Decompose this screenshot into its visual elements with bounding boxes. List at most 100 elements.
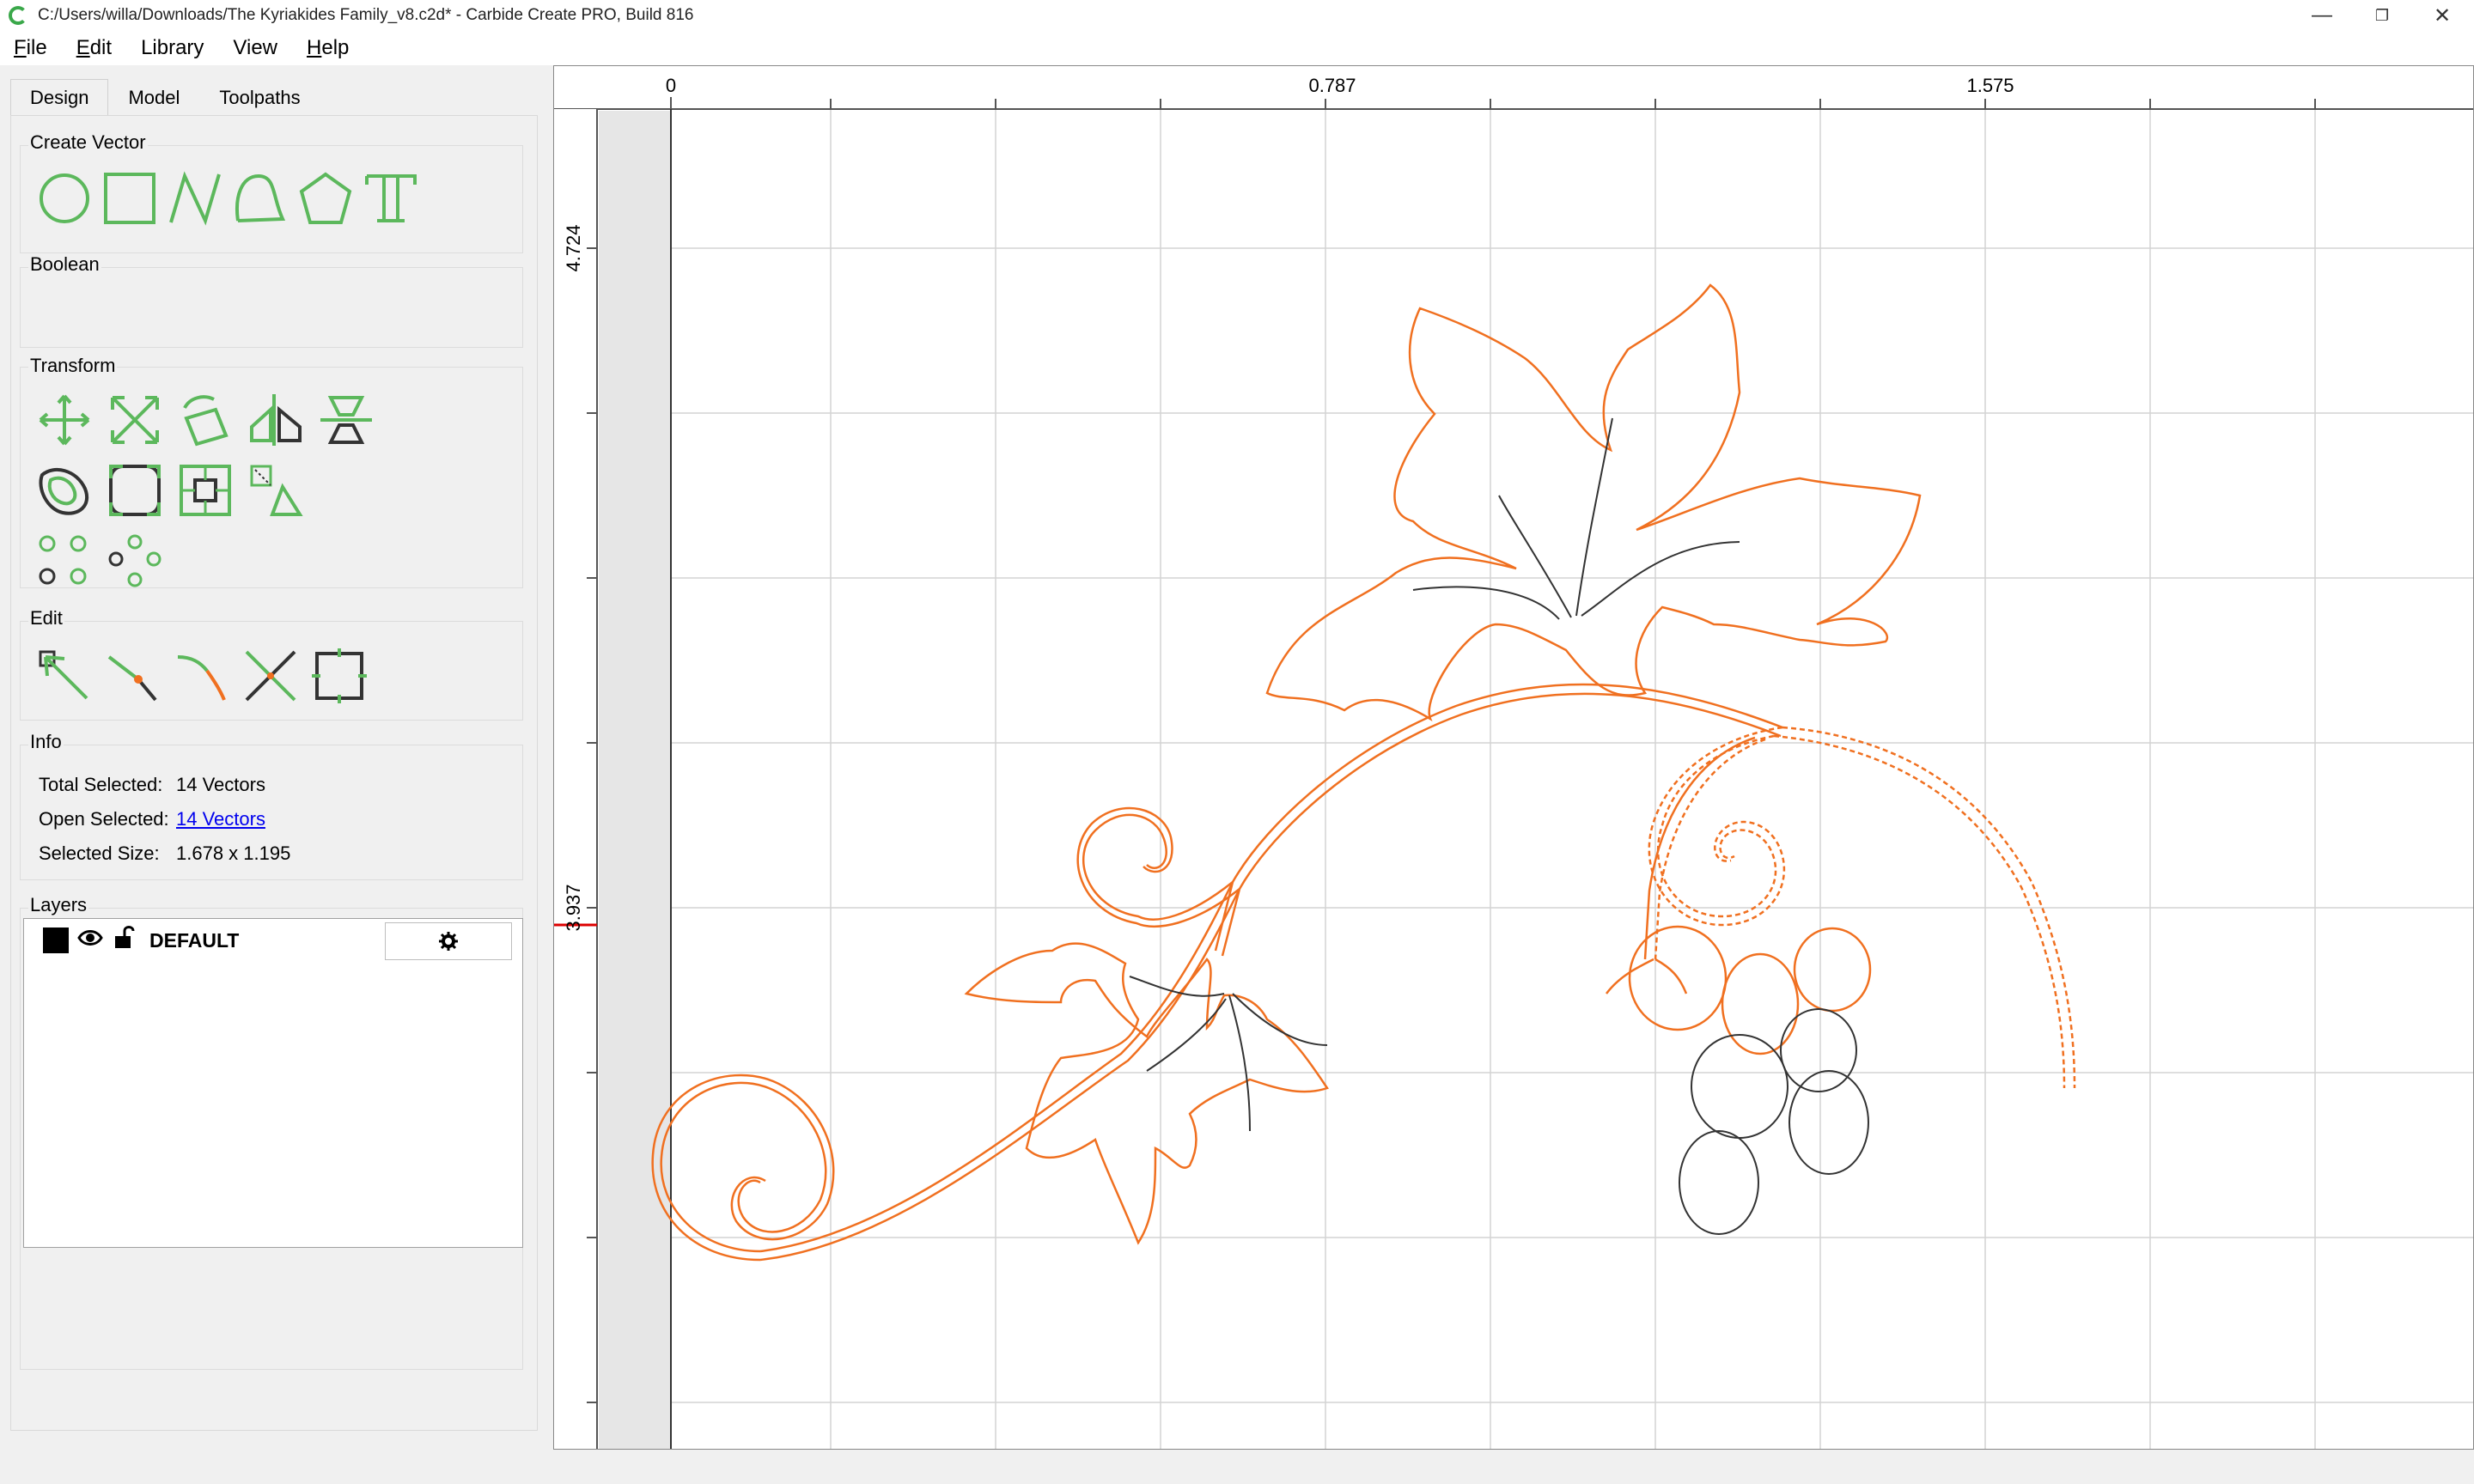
vector-small-spiral	[1082, 813, 1234, 921]
left-panel: Design Model Toolpaths Create Vector Boo…	[0, 69, 550, 1484]
move-icon[interactable]	[37, 392, 92, 447]
vector-bottom-leaf	[964, 942, 1329, 1245]
selected-size-row: Selected Size: 1.678 x 1.195	[39, 842, 290, 865]
gear-icon	[439, 932, 458, 951]
vector-vein-1	[1498, 495, 1572, 618]
vector-main-stem-outer	[759, 683, 1783, 1253]
polyline-tool-icon[interactable]	[168, 171, 222, 226]
split-icon[interactable]	[106, 648, 161, 703]
layer-name: DEFAULT	[149, 929, 240, 952]
vector-vein-2	[1575, 417, 1613, 617]
vector-left-spiral-inner	[651, 1073, 835, 1262]
status-bar	[0, 1450, 2474, 1484]
text-tool-icon[interactable]	[363, 171, 418, 226]
array-icon[interactable]	[248, 463, 303, 518]
curve-tool-icon[interactable]	[233, 171, 288, 226]
open-selected-label: Open Selected:	[39, 808, 169, 830]
dark-vectors[interactable]	[1129, 417, 1869, 1235]
vector-grape-branch-2	[1654, 958, 1688, 994]
left-ruler	[554, 109, 597, 1449]
close-button[interactable]: ✕	[2412, 0, 2472, 31]
vector-vein-3	[1412, 586, 1560, 620]
design-panel: Create Vector Boolean Transform Edit Inf…	[10, 115, 538, 1431]
ruler-top-label-0: 0	[666, 75, 676, 96]
circular-array-icon[interactable]	[107, 533, 162, 588]
app-logo-icon	[9, 6, 27, 25]
open-selected-link[interactable]: 14 Vectors	[176, 808, 265, 830]
scale-icon[interactable]	[107, 392, 162, 447]
rectangle-tool-icon[interactable]	[102, 171, 157, 226]
rotate-icon[interactable]	[178, 392, 233, 447]
polygon-tool-icon[interactable]	[298, 171, 353, 226]
trim-icon[interactable]	[243, 648, 298, 703]
unlock-icon[interactable]	[113, 924, 136, 950]
selected-size-label: Selected Size:	[39, 842, 160, 864]
window-title: C:/Users/willa/Downloads/The Kyriakides …	[38, 6, 694, 24]
menu-file[interactable]: File	[14, 36, 47, 60]
design-vectors[interactable]	[651, 283, 2076, 1262]
vector-main-stem-inner	[759, 692, 1782, 1262]
vector-grape-5	[1780, 1008, 1857, 1092]
canvas-margin	[599, 111, 671, 1449]
canvas-svg[interactable]: 0 0.787 1.575 4.724 3.937	[554, 66, 2474, 1450]
vector-right-curl-inner	[1773, 734, 2066, 1089]
ruler-top-label-1: 0.787	[1308, 75, 1356, 96]
vector-grape-6	[1788, 1070, 1869, 1175]
bounding-box-icon[interactable]	[312, 648, 367, 703]
boolean-label: Boolean	[28, 253, 101, 276]
boolean-group	[20, 267, 523, 348]
layers-label: Layers	[28, 894, 89, 916]
design-canvas[interactable]: 0 0.787 1.575 4.724 3.937	[553, 65, 2474, 1450]
ruler-ticks	[587, 97, 2316, 1403]
maximize-button[interactable]: ❐	[2352, 0, 2412, 31]
circle-tool-icon[interactable]	[37, 171, 92, 226]
mode-tabs: Design Model Toolpaths	[10, 79, 320, 115]
join-icon[interactable]	[174, 648, 229, 703]
total-selected-label: Total Selected:	[39, 774, 163, 795]
tab-model[interactable]: Model	[108, 79, 199, 115]
canvas-grid	[671, 109, 2473, 1449]
tab-design[interactable]: Design	[10, 79, 109, 115]
vector-right-spiral-inner	[1657, 734, 1777, 918]
layer-row[interactable]: DEFAULT	[24, 919, 521, 962]
edit-label: Edit	[28, 607, 64, 629]
ruler-left-label-1: 3.937	[563, 884, 584, 931]
info-label: Info	[28, 731, 64, 753]
grid-array-icon[interactable]	[37, 533, 92, 588]
tab-toolpaths[interactable]: Toolpaths	[199, 79, 320, 115]
transform-label: Transform	[28, 355, 118, 377]
align-icon[interactable]	[178, 463, 233, 518]
selected-size-value: 1.678 x 1.195	[176, 842, 291, 864]
menu-library[interactable]: Library	[141, 36, 204, 60]
ruler-top-label-2: 1.575	[1966, 75, 2014, 96]
menu-view[interactable]: View	[233, 36, 277, 60]
vector-grape-4	[1691, 1034, 1788, 1139]
vector-bottom-vein-4	[1232, 993, 1328, 1046]
fillet-icon[interactable]	[107, 463, 162, 518]
vector-grape-3	[1793, 927, 1872, 1013]
vector-grape-stem	[1643, 736, 1756, 960]
vector-left-spiral	[660, 1081, 827, 1253]
flip-icon[interactable]	[319, 392, 374, 447]
layer-color-swatch[interactable]	[43, 928, 69, 953]
offset-icon[interactable]	[37, 463, 92, 518]
menu-bar: File Edit Library View Help	[0, 31, 2474, 65]
minimize-button[interactable]: —	[2292, 0, 2352, 31]
top-ruler	[554, 66, 2473, 109]
create-vector-label: Create Vector	[28, 131, 148, 154]
layer-settings-button[interactable]	[385, 922, 512, 960]
eye-icon[interactable]	[77, 928, 103, 948]
vector-top-leaf	[1265, 283, 1922, 721]
vector-vein-4	[1581, 541, 1740, 617]
title-bar: C:/Users/willa/Downloads/The Kyriakides …	[0, 0, 2474, 31]
open-selected-row: Open Selected: 14 Vectors	[39, 808, 265, 830]
mirror-icon[interactable]	[248, 392, 303, 447]
vector-grape-7	[1679, 1130, 1759, 1235]
total-selected-row: Total Selected: 14 Vectors	[39, 774, 265, 796]
menu-help[interactable]: Help	[307, 36, 349, 60]
total-selected-value: 14 Vectors	[176, 774, 265, 795]
node-edit-icon[interactable]	[37, 648, 92, 703]
layers-list: DEFAULT	[23, 918, 523, 1248]
menu-edit[interactable]: Edit	[76, 36, 112, 60]
vector-bottom-vein-3	[1228, 994, 1251, 1132]
